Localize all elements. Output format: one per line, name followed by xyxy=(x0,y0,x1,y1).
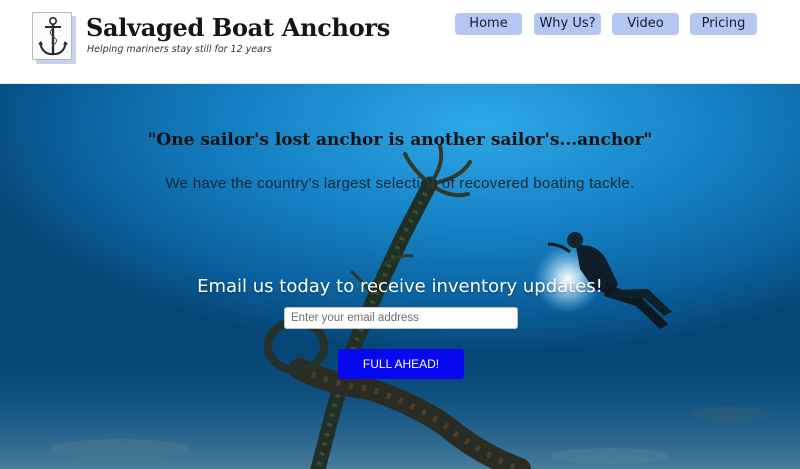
site-tagline: Helping mariners stay still for 12 years xyxy=(87,44,272,55)
logo[interactable] xyxy=(32,12,76,64)
hero-section: "One sailor's lost anchor is another sai… xyxy=(0,84,800,469)
nav-pricing-button[interactable]: Pricing xyxy=(690,13,757,35)
nav-home-button[interactable]: Home xyxy=(455,13,522,35)
hero-subtext: We have the country's largest selection … xyxy=(165,175,635,192)
nav-video-button[interactable]: Video xyxy=(612,13,679,35)
full-ahead-button[interactable]: FULL AHEAD! xyxy=(338,349,464,379)
email-input[interactable] xyxy=(284,307,518,329)
email-signup-heading: Email us today to receive inventory upda… xyxy=(197,276,603,297)
site-header: Salvaged Boat Anchors Helping mariners s… xyxy=(0,0,800,84)
nav-why-us-button[interactable]: Why Us? xyxy=(534,13,601,35)
logo-frame xyxy=(32,12,72,60)
anchor-icon xyxy=(38,17,68,56)
hero-quote: "One sailor's lost anchor is another sai… xyxy=(147,130,653,150)
site-title: Salvaged Boat Anchors xyxy=(86,13,390,42)
